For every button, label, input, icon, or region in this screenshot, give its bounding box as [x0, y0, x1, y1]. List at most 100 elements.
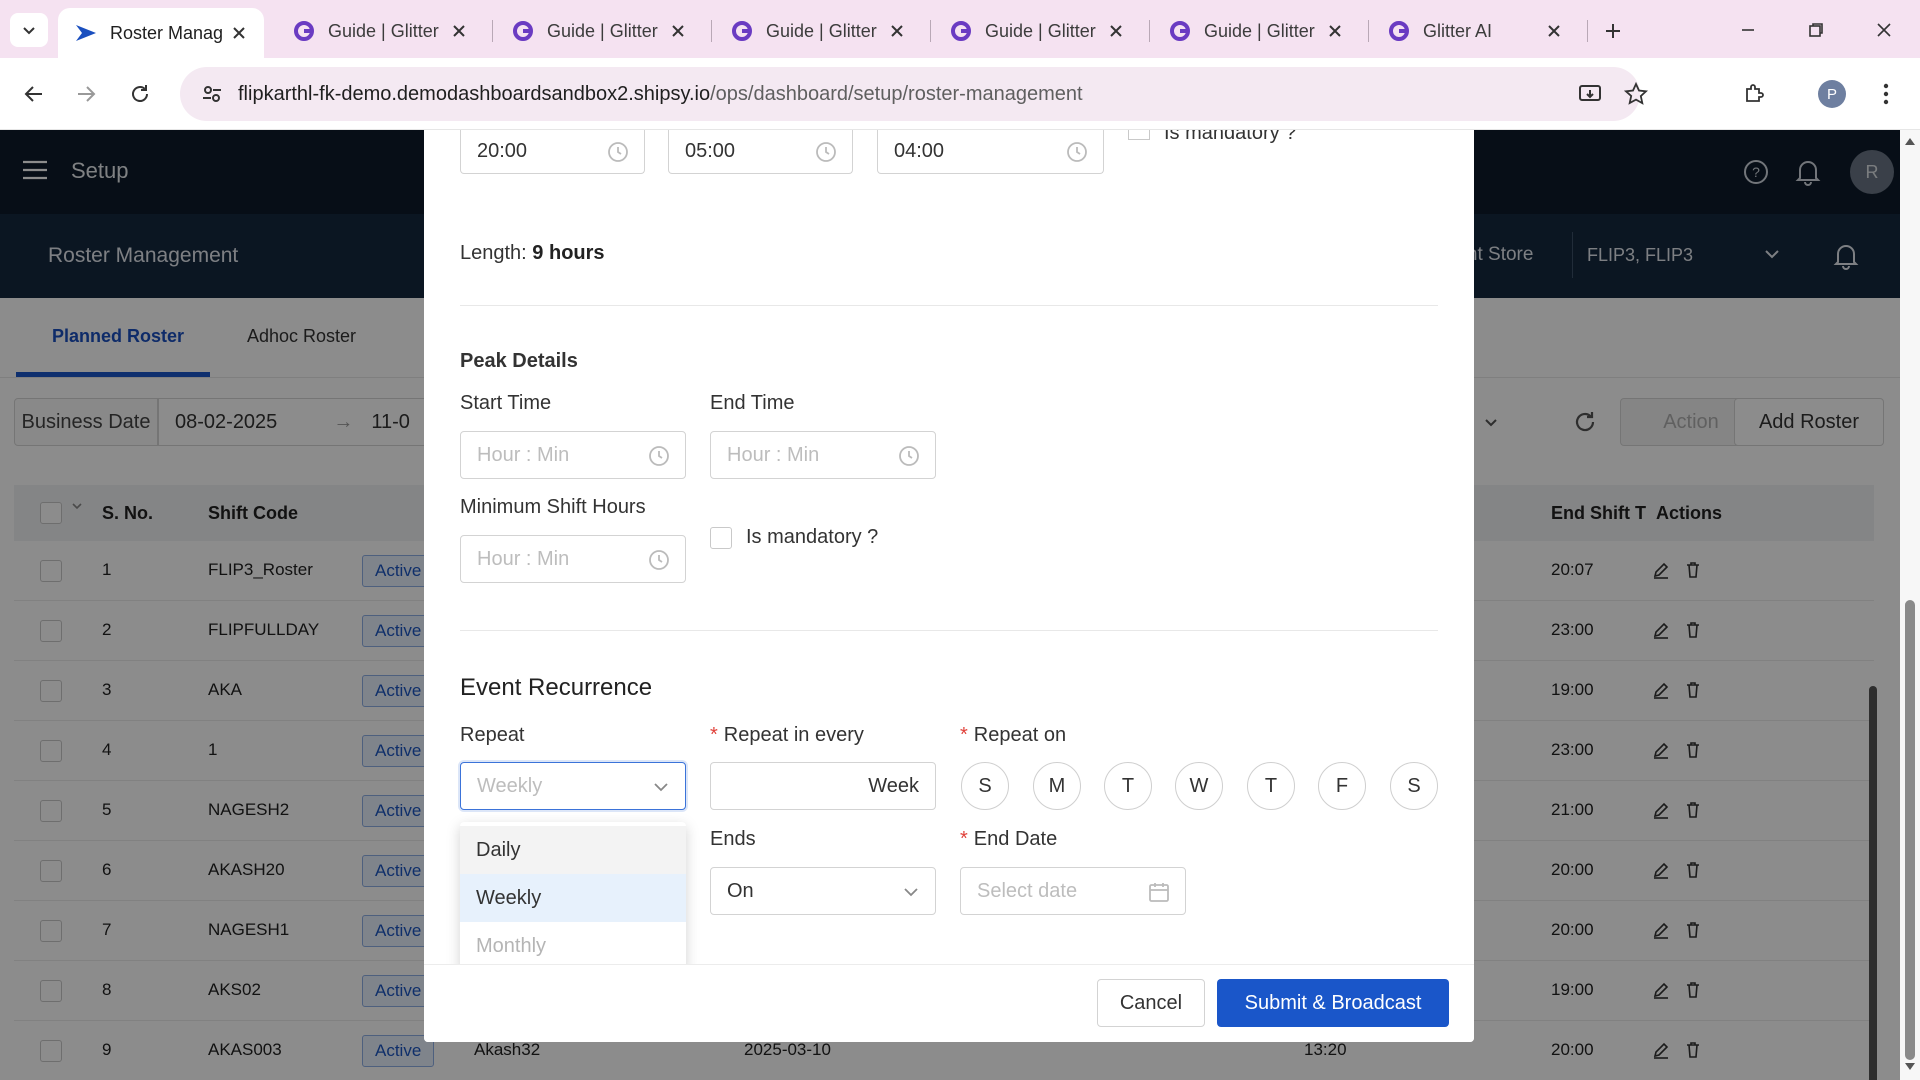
arrow-left-icon — [24, 86, 42, 102]
profile-button[interactable]: P — [1812, 74, 1852, 114]
ends-label: Ends — [710, 828, 756, 850]
repeat-option-daily[interactable]: Daily — [460, 826, 686, 874]
placeholder: Hour : Min — [727, 443, 820, 466]
shift-mandatory-checkbox[interactable] — [1128, 130, 1150, 140]
tab-separator — [1149, 20, 1150, 42]
repeat-day-sun[interactable]: S — [961, 762, 1009, 810]
close-window-button[interactable] — [1854, 8, 1914, 52]
chevron-down-icon — [654, 783, 668, 792]
repeat-day-fri[interactable]: F — [1318, 762, 1366, 810]
glitter-logo-icon — [1170, 21, 1190, 41]
forward-button[interactable] — [66, 74, 106, 114]
peak-details-title: Peak Details — [460, 350, 578, 372]
peak-end-time-input[interactable]: Hour : Min — [710, 431, 936, 479]
close-icon[interactable] — [448, 20, 470, 42]
close-icon[interactable] — [228, 22, 250, 44]
repeat-day-tue[interactable]: T — [1104, 762, 1152, 810]
close-icon[interactable] — [1543, 20, 1565, 42]
shift-end-time-input[interactable]: 05:00 — [668, 130, 853, 174]
browser-menu-button[interactable] — [1866, 74, 1906, 114]
repeat-day-sat[interactable]: S — [1390, 762, 1438, 810]
submit-broadcast-button[interactable]: Submit & Broadcast — [1217, 979, 1449, 1027]
browser-tab-guide-2[interactable]: Guide | Glitter — [495, 8, 703, 54]
shift-length: Length: 9 hours — [460, 242, 605, 265]
tab-title: Guide | Glitter — [328, 20, 439, 41]
tab-title: Roster Manag — [110, 22, 224, 43]
repeat-option-weekly[interactable]: Weekly — [460, 874, 686, 922]
clock-icon — [1067, 142, 1087, 162]
glitter-logo-icon — [294, 21, 314, 41]
tab-title: Guide | Glitter — [547, 20, 658, 41]
close-icon[interactable] — [1105, 20, 1127, 42]
tab-separator — [711, 20, 712, 42]
close-icon[interactable] — [1324, 20, 1346, 42]
shipsy-logo-icon — [76, 25, 96, 41]
peak-min-hours-input[interactable]: Hour : Min — [460, 535, 686, 583]
min-hours-input[interactable]: 04:00 — [877, 130, 1104, 174]
glitter-logo-icon — [732, 21, 752, 41]
repeat-day-thu[interactable]: T — [1247, 762, 1295, 810]
tab-search-button[interactable] — [10, 13, 48, 47]
close-icon[interactable] — [667, 20, 689, 42]
extensions-button[interactable] — [1734, 74, 1774, 114]
scroll-down-icon[interactable] — [1904, 1062, 1916, 1072]
scroll-up-icon[interactable] — [1904, 136, 1916, 146]
url-path: /ops/dashboard/setup/roster-management — [710, 82, 1083, 105]
shift-start-time-input[interactable]: 20:00 — [460, 130, 645, 174]
url-text: flipkarthl-fk-demo.demodashboardsandbox2… — [238, 83, 1083, 106]
new-tab-button[interactable] — [1596, 14, 1630, 48]
required-asterisk: * — [960, 828, 968, 850]
repeat-dropdown-menu: Daily Weekly Monthly — [460, 822, 686, 972]
peak-start-time-input[interactable]: Hour : Min — [460, 431, 686, 479]
bookmark-star-icon[interactable] — [1616, 74, 1656, 114]
address-bar[interactable]: flipkarthl-fk-demo.demodashboardsandbox2… — [180, 67, 1648, 121]
repeat-label: Repeat — [460, 724, 525, 746]
clock-icon — [649, 550, 669, 570]
repeat-day-wed[interactable]: W — [1175, 762, 1223, 810]
end-date-label: * End Date — [960, 828, 1057, 851]
event-recurrence-title: Event Recurrence — [460, 674, 653, 701]
repeat-every-input[interactable]: Week — [710, 762, 936, 810]
peak-mandatory-label: Is mandatory ? — [746, 526, 879, 548]
browser-tab-guide-5[interactable]: Guide | Glitter — [1152, 8, 1360, 54]
repeat-every-unit: Week — [868, 774, 919, 797]
puzzle-icon — [1746, 84, 1764, 102]
shift-start-time-value: 20:00 — [477, 140, 528, 162]
reload-button[interactable] — [120, 74, 160, 114]
repeat-every-text: Repeat in every — [723, 724, 864, 746]
tab-title: Guide | Glitter — [1204, 20, 1315, 41]
length-label: Length: — [460, 242, 527, 264]
repeat-select-value: Weekly — [477, 774, 543, 797]
end-date-text: End Date — [973, 828, 1058, 850]
close-icon — [1877, 23, 1891, 37]
browser-tab-glitter-ai[interactable]: Glitter AI — [1371, 8, 1579, 54]
tab-separator — [1368, 20, 1369, 42]
browser-tab-guide-1[interactable]: Guide | Glitter — [276, 8, 484, 54]
peak-start-label: Start Time — [460, 392, 552, 414]
peak-mandatory-checkbox[interactable] — [710, 527, 732, 549]
browser-tab-guide-3[interactable]: Guide | Glitter — [714, 8, 922, 54]
end-date-picker[interactable]: Select date — [960, 867, 1186, 915]
profile-avatar: P — [1818, 80, 1846, 108]
ends-select-value: On — [727, 879, 754, 902]
cancel-button[interactable]: Cancel — [1097, 979, 1205, 1027]
divider — [460, 305, 1438, 306]
repeat-day-mon[interactable]: M — [1033, 762, 1081, 810]
repeat-option-monthly: Monthly — [476, 934, 547, 957]
install-app-icon[interactable] — [1570, 74, 1610, 114]
minimize-icon — [1742, 29, 1754, 31]
clock-icon — [816, 142, 836, 162]
page-scrollbar-thumb[interactable] — [1905, 600, 1915, 1060]
browser-tab-guide-4[interactable]: Guide | Glitter — [933, 8, 1141, 54]
minimize-button[interactable] — [1718, 8, 1778, 52]
restore-button[interactable] — [1786, 8, 1846, 52]
close-icon[interactable] — [886, 20, 908, 42]
site-settings-icon[interactable] — [192, 74, 232, 114]
plus-icon — [1606, 24, 1620, 38]
repeat-select[interactable]: Weekly — [460, 762, 686, 810]
calendar-icon — [1149, 883, 1169, 902]
page-scrollbar[interactable] — [1900, 130, 1920, 1080]
back-button[interactable] — [14, 74, 54, 114]
ends-select[interactable]: On — [710, 867, 936, 915]
browser-tab-roster[interactable]: Roster Manag — [58, 8, 264, 58]
